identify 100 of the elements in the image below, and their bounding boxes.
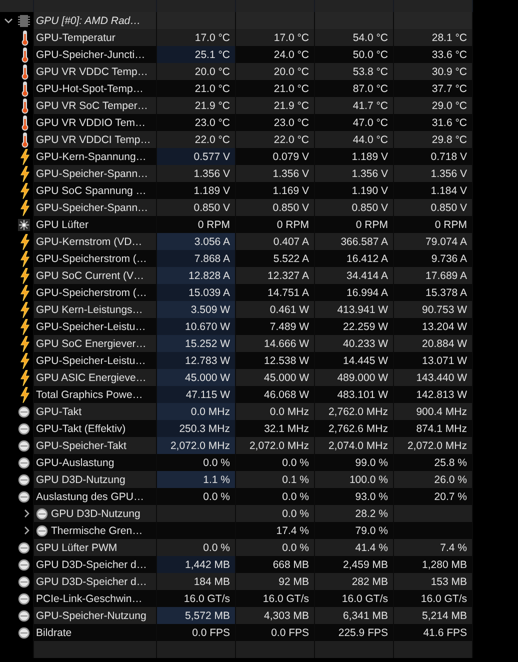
table-cell: 184 MB [157,573,236,590]
gauge-icon [18,456,30,468]
table-cell: 1.356 V [236,165,315,182]
sensor-label: GPU-Takt [36,406,82,418]
table-cell: 21.9 °C [157,97,236,114]
column-header[interactable] [0,0,34,12]
table-cell: 2,762.0 MHz [315,403,394,420]
table-cell: 143.440 W [394,369,473,386]
lightning-bolt-icon [20,182,30,198]
sensor-label: Total Graphics Powe… [36,388,143,400]
gauge-icon [18,626,30,638]
sensor-label: GPU VR VDDIO Tem… [36,116,146,128]
table-cell: 0.079 V [236,148,315,165]
table-cell: 874.1 MHz [394,420,473,437]
table-cell: 483.101 W [315,386,394,403]
column-header[interactable] [315,0,394,12]
sensor-label: Auslastung des GPU… [36,490,144,502]
column-header[interactable] [394,0,473,12]
table-cell: 0.0 % [157,454,236,471]
sensor-label: GPU-Kern-Spannung… [36,150,146,162]
table-cell: 17.0 °C [236,29,315,46]
table-cell: 7.489 W [236,318,315,335]
table-cell: 0.0 % [236,539,315,556]
table-cell: 1.189 V [157,182,236,199]
table-cell: 366.587 A [315,233,394,250]
sensor-label: GPU D3D-Speicher d… [36,576,147,588]
sensor-label: GPU-Speicher-Spann… [36,202,148,214]
group-title[interactable]: GPU [#0]: AMD Rad… [34,12,157,29]
thermometer-icon [20,30,30,46]
table-cell: 17.0 °C [157,29,236,46]
table-cell: 10.670 W [157,318,236,335]
column-header[interactable] [236,0,315,12]
table-cell: 6,341 MB [315,607,394,624]
table-cell: 41.6 FPS [394,624,473,641]
table-cell: 0.577 V [157,148,236,165]
table-cell: 50.0 °C [315,46,394,63]
table-cell: 0.850 V [236,199,315,216]
table-cell: 2,459 MB [315,556,394,573]
table-cell: 1.356 V [157,165,236,182]
gauge-icon [18,542,30,554]
gauge-icon [36,524,48,536]
lightning-bolt-icon [20,166,30,182]
table-cell: 24.0 °C [236,46,315,63]
sensor-label: GPU-Speicher-Juncti… [36,48,146,60]
table-cell: 14.666 W [236,335,315,352]
sensor-label: GPU-Takt (Effektiv) [36,422,126,434]
table-cell: 0.461 W [236,301,315,318]
table-cell: 0.850 V [394,199,473,216]
table-cell: 1.1 % [157,471,236,488]
table-cell: 54.0 °C [315,29,394,46]
sensor-label: GPU-Speicher-Spann… [36,168,148,180]
table-cell: 45.000 W [157,369,236,386]
gauge-icon [18,576,30,588]
table-cell: 1.169 V [236,182,315,199]
table-cell: 0 RPM [236,216,315,233]
sensor-label: GPU-Speicher-Leistu… [36,320,146,332]
table-cell: 4,303 MB [236,607,315,624]
collapse-chevron-icon[interactable] [24,526,30,535]
sensor-label: GPU ASIC Energieve… [36,372,146,384]
table-cell: 12.327 A [236,267,315,284]
table-cell: 29.0 °C [394,97,473,114]
table-cell: 41.4 % [315,539,394,556]
table-cell: 0 RPM [394,216,473,233]
table-cell: 12.538 W [236,352,315,369]
table-cell: 21.9 °C [236,97,315,114]
table-cell: 28.1 °C [394,29,473,46]
sensor-label: GPU D3D-Nutzung [51,508,140,520]
table-cell: 282 MB [315,573,394,590]
sensor-label: Bildrate [36,626,72,638]
lightning-bolt-icon [20,268,30,284]
thermometer-icon [20,46,30,62]
table-cell: 7.4 % [394,539,473,556]
table-cell: 489.000 W [315,369,394,386]
column-header[interactable] [157,0,236,12]
table-cell: 21.0 °C [157,80,236,97]
table-cell: 0.0 % [157,488,236,505]
gauge-icon [18,422,30,434]
table-cell: 7.868 A [157,250,236,267]
table-cell: 1.356 V [394,165,473,182]
expand-chevron-icon[interactable] [4,18,13,24]
lightning-bolt-icon [20,250,30,266]
table-cell: 47.0 °C [315,114,394,131]
table-cell: 17.4 % [236,522,315,539]
table-cell: 0.718 V [394,148,473,165]
table-cell: 14.445 W [315,352,394,369]
table-cell: 2,072.0 MHz [236,437,315,454]
lightning-bolt-icon [20,200,30,216]
column-header[interactable] [34,0,157,12]
fan-icon [18,218,30,230]
sensor-label: GPU SoC Spannung … [36,184,146,196]
sensor-label: GPU SoC Current (V… [36,270,144,282]
thermometer-icon [20,98,30,114]
table-cell: 2,762.6 MHz [315,420,394,437]
collapse-chevron-icon[interactable] [24,509,30,518]
table-cell: 16.0 GT/s [236,590,315,607]
sensor-label: GPU-Speicher-Nutzung [36,610,146,622]
table-cell: 0.0 FPS [236,624,315,641]
table-cell: 79.0 % [315,522,394,539]
table-cell: 25.8 % [394,454,473,471]
table-cell: 41.7 °C [315,97,394,114]
